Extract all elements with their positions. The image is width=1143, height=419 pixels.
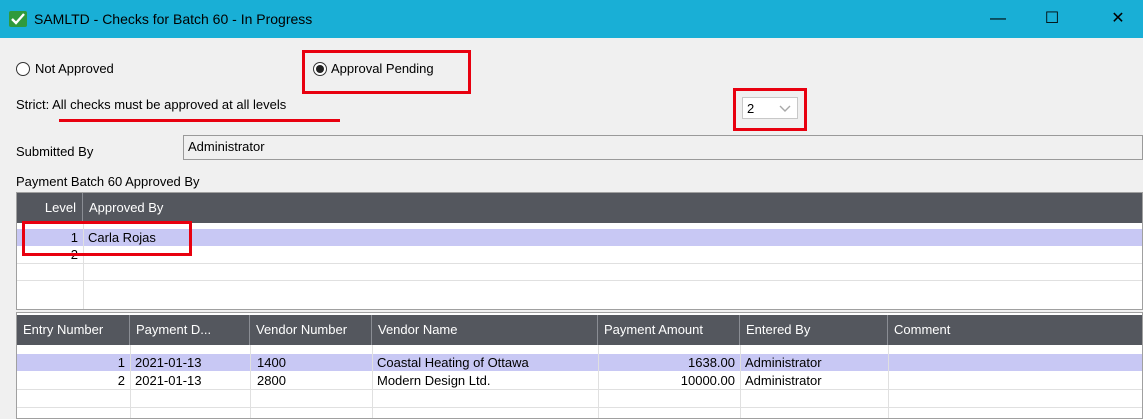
window-title: SAMLTD - Checks for Batch 60 - In Progre…	[34, 11, 313, 27]
title-bar: SAMLTD - Checks for Batch 60 - In Progre…	[0, 0, 1143, 38]
row-divider	[17, 263, 1142, 264]
approvals-grid-header: Level Approved By	[17, 193, 1142, 223]
column-header-vendor-name[interactable]: Vendor Name	[372, 315, 598, 345]
cell-entered-by: Administrator	[745, 373, 822, 388]
cell-entered-by: Administrator	[745, 355, 822, 370]
row-divider	[17, 407, 1142, 408]
column-header-entry-number[interactable]: Entry Number	[17, 315, 130, 345]
cell-payment-date: 2021-01-13	[135, 355, 202, 370]
cell-vendor-number: 2800	[257, 373, 286, 388]
row-divider	[17, 280, 1142, 281]
column-header-payment-amount[interactable]: Payment Amount	[598, 315, 740, 345]
minimize-button[interactable]: —	[975, 0, 1021, 38]
cell-payment-amount: 10000.00	[680, 373, 735, 388]
column-header-approved-by[interactable]: Approved By	[83, 193, 283, 223]
highlight-box-level-select	[733, 88, 807, 131]
checks-grid[interactable]: Entry Number Payment D... Vendor Number …	[16, 312, 1143, 419]
cell-vendor-name: Coastal Heating of Ottawa	[377, 355, 529, 370]
radio-circle[interactable]	[16, 62, 30, 76]
cell-entry-number: 2	[117, 373, 125, 388]
submitted-by-label: Submitted By	[16, 144, 94, 159]
column-header-entered-by[interactable]: Entered By	[740, 315, 888, 345]
column-header-payment-date[interactable]: Payment D...	[130, 315, 250, 345]
approved-by-section-label: Payment Batch 60 Approved By	[16, 174, 200, 189]
radio-label-not-approved: Not Approved	[35, 61, 114, 76]
cell-entry-number: 1	[117, 355, 125, 370]
table-row[interactable]: 1 2021-01-13 1400 Coastal Heating of Ott…	[17, 354, 1142, 371]
cell-vendor-number: 1400	[257, 355, 286, 370]
cell-payment-amount: 1638.00	[688, 355, 735, 370]
radio-not-approved[interactable]: Not Approved	[16, 56, 156, 80]
maximize-button[interactable]: ☐	[1029, 0, 1075, 38]
cell-vendor-name: Modern Design Ltd.	[377, 373, 491, 388]
highlight-box-approval-pending	[302, 50, 471, 94]
table-row[interactable]: 2 2021-01-13 2800 Modern Design Ltd. 100…	[17, 372, 1142, 389]
highlight-underline-strict	[59, 119, 340, 122]
highlight-box-carla-rojas	[22, 221, 192, 256]
column-header-vendor-number[interactable]: Vendor Number	[250, 315, 372, 345]
column-header-comment[interactable]: Comment	[888, 315, 1142, 345]
close-button[interactable]: ✕	[1095, 0, 1141, 38]
cell-comment	[888, 354, 1142, 371]
strict-rule-text: Strict: All checks must be approved at a…	[16, 97, 287, 112]
row-divider	[17, 389, 1142, 390]
checks-grid-header: Entry Number Payment D... Vendor Number …	[17, 315, 1142, 345]
column-header-level[interactable]: Level	[17, 193, 83, 223]
submitted-by-value: Administrator	[188, 139, 265, 154]
app-check-icon	[9, 11, 27, 27]
cell-comment	[888, 372, 1142, 389]
cell-payment-date: 2021-01-13	[135, 373, 202, 388]
submitted-by-field[interactable]: Administrator	[183, 135, 1143, 160]
